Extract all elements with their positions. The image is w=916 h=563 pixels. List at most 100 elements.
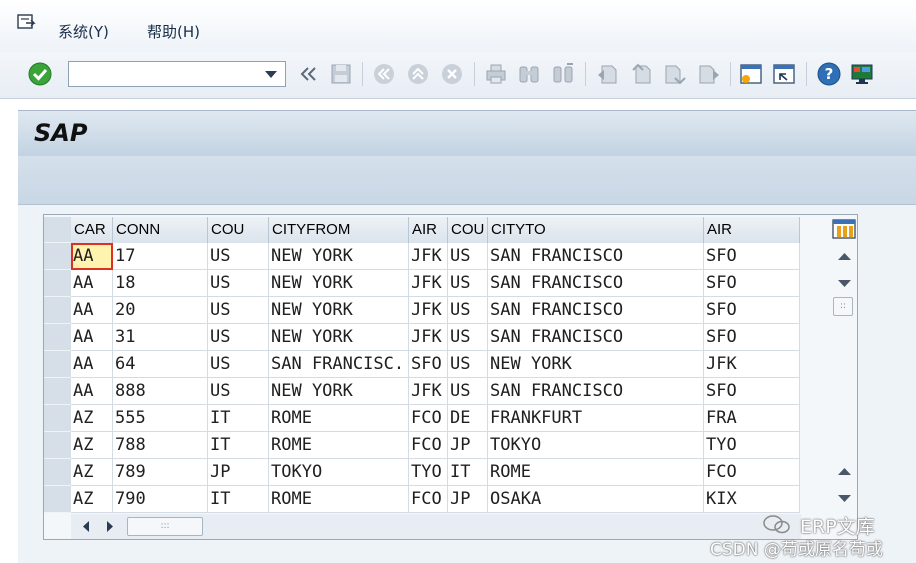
table-cell[interactable]: IT [208,432,269,459]
vertical-scrollbar[interactable]: :: [831,217,858,514]
page-up-icon[interactable] [831,460,858,484]
table-cell[interactable]: US [208,351,269,378]
table-cell[interactable]: US [448,270,488,297]
table-cell[interactable]: 788 [113,432,208,459]
table-cell[interactable]: OSAKA [488,486,704,513]
table-cell[interactable]: KIX [704,486,800,513]
back-history-icon[interactable] [296,62,320,86]
print-icon[interactable] [484,62,508,86]
table-cell[interactable]: JP [208,459,269,486]
table-cell[interactable]: JP [448,486,488,513]
table-cell[interactable]: SAN FRANCISCO [488,297,704,324]
table-cell[interactable]: 31 [113,324,208,351]
table-cell[interactable]: IT [208,405,269,432]
table-cell[interactable]: US [208,270,269,297]
find-icon[interactable] [517,62,541,86]
table-cell[interactable]: IT [448,459,488,486]
table-cell[interactable]: 888 [113,378,208,405]
table-cell[interactable]: TOKYO [269,459,409,486]
table-cell[interactable]: FCO [409,405,448,432]
table-cell[interactable]: US [448,297,488,324]
scroll-right-icon[interactable] [101,517,119,536]
row-selector[interactable] [44,270,71,297]
table-cell[interactable]: JFK [704,351,800,378]
table-cell[interactable]: SAN FRANCISCO [488,270,704,297]
table-cell[interactable]: AZ [71,486,113,513]
table-cell[interactable]: SAN FRANCISCO [488,243,704,270]
table-cell[interactable]: AA [71,270,113,297]
row-selector[interactable] [44,297,71,324]
scroll-up-icon[interactable] [831,245,858,269]
column-header-connid[interactable]: CONN [113,217,208,243]
table-cell[interactable]: TOKYO [488,432,704,459]
column-header-airpto[interactable]: AIR [704,217,800,243]
table-cell[interactable]: US [208,297,269,324]
table-cell[interactable]: NEW YORK [269,378,409,405]
menu-icon[interactable] [17,14,37,32]
row-selector[interactable] [44,243,71,270]
table-cell[interactable]: ROME [269,405,409,432]
table-cell[interactable]: AA [71,378,113,405]
table-cell[interactable]: DE [448,405,488,432]
column-layout-icon[interactable] [831,217,858,241]
table-cell[interactable]: NEW YORK [269,270,409,297]
table-cell[interactable]: AZ [71,405,113,432]
horizontal-scrollbar[interactable]: ::: [71,514,801,539]
column-header-carrid[interactable]: CAR [71,217,113,243]
exit-icon[interactable] [406,62,430,86]
table-cell[interactable]: NEW YORK [269,324,409,351]
table-cell[interactable]: 18 [113,270,208,297]
table-cell[interactable]: US [208,324,269,351]
table-cell[interactable]: FCO [409,486,448,513]
table-cell[interactable]: US [208,243,269,270]
row-selector[interactable] [44,405,71,432]
row-selector[interactable] [44,351,71,378]
table-cell[interactable]: 17 [113,243,208,270]
column-header-cityto[interactable]: CITYTO [488,217,704,243]
table-cell[interactable]: SAN FRANCISCO [488,324,704,351]
table-cell[interactable]: TYO [409,459,448,486]
table-cell[interactable]: JP [448,432,488,459]
cancel-icon[interactable] [440,62,464,86]
table-cell[interactable]: SAN FRANCISCO [488,378,704,405]
vertical-scroll-thumb[interactable]: :: [833,297,853,316]
table-cell[interactable]: US [448,378,488,405]
table-cell[interactable]: AZ [71,432,113,459]
page-down-icon[interactable] [831,271,858,295]
row-selector[interactable] [44,378,71,405]
first-page-icon[interactable] [595,62,619,86]
row-selector[interactable] [44,432,71,459]
row-selector[interactable] [44,459,71,486]
table-cell[interactable]: ROME [269,432,409,459]
column-header-countryfr[interactable]: COU [208,217,269,243]
table-cell[interactable]: US [208,378,269,405]
table-cell[interactable]: SFO [704,270,800,297]
table-cell[interactable]: ROME [488,459,704,486]
menu-system[interactable]: 系统(Y) [58,21,109,42]
table-cell[interactable]: US [448,243,488,270]
last-page-icon[interactable] [697,62,721,86]
table-cell[interactable]: 790 [113,486,208,513]
layout-icon[interactable] [850,62,874,86]
table-cell[interactable]: JFK [409,270,448,297]
table-cell[interactable]: US [448,351,488,378]
create-session-icon[interactable] [739,62,763,86]
table-cell[interactable]: NEW YORK [488,351,704,378]
table-cell[interactable]: ROME [269,486,409,513]
table-cell[interactable]: JFK [409,378,448,405]
row-selector[interactable] [44,486,71,513]
select-all-button[interactable] [44,217,71,243]
table-cell[interactable]: AZ [71,459,113,486]
table-cell[interactable]: US [448,324,488,351]
back-icon[interactable] [372,62,396,86]
table-cell[interactable]: JFK [409,324,448,351]
table-cell[interactable]: AA [71,324,113,351]
menu-help[interactable]: 帮助(H) [147,21,200,42]
help-icon[interactable]: ? [817,62,841,86]
table-cell[interactable]: 789 [113,459,208,486]
column-header-countryto[interactable]: COU [448,217,488,243]
table-cell[interactable]: SFO [704,243,800,270]
table-cell[interactable]: IT [208,486,269,513]
table-cell[interactable]: SAN FRANCISC.. [269,351,409,378]
table-cell[interactable]: FCO [409,432,448,459]
